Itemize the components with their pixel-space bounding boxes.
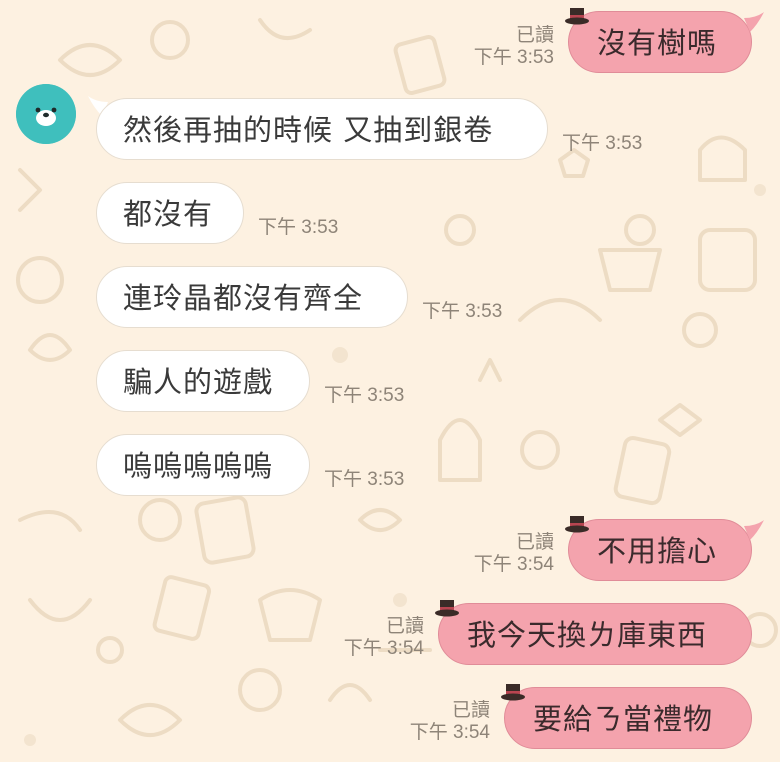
- message-time: 下午 3:53: [422, 301, 503, 322]
- bear-face-icon: [16, 84, 76, 144]
- sent-message[interactable]: 要給ㄋ當禮物: [504, 687, 752, 749]
- read-receipt: 已讀: [515, 25, 554, 46]
- message-time: 下午 3:53: [562, 133, 643, 154]
- top-hat-icon: [501, 684, 525, 701]
- received-message[interactable]: 嗚嗚嗚嗚嗚: [96, 434, 310, 496]
- message-meta: 已讀 下午 3:54: [344, 616, 424, 660]
- bubble-tail: [744, 12, 764, 32]
- contact-avatar[interactable]: [16, 84, 76, 144]
- sent-message[interactable]: 不用擔心: [568, 519, 752, 581]
- top-hat-icon: [565, 8, 589, 25]
- chat-view[interactable]: 已讀 下午 3:53 沒有樹嗎 然後再抽的時候 又抽到銀卷 下午 3:53 都沒…: [0, 0, 780, 762]
- message-time: 下午 3:54: [343, 638, 424, 659]
- message-meta: 已讀 下午 3:54: [410, 700, 490, 744]
- top-hat-icon: [435, 600, 459, 617]
- sent-message[interactable]: 我今天換ㄌ庫東西: [438, 603, 752, 665]
- received-message[interactable]: 然後再抽的時候 又抽到銀卷: [96, 98, 548, 160]
- read-receipt: 已讀: [451, 700, 490, 721]
- message-time: 下午 3:53: [258, 217, 339, 238]
- sent-message[interactable]: 沒有樹嗎: [568, 11, 752, 73]
- bubble-tail: [744, 520, 764, 540]
- top-hat-icon: [565, 516, 589, 533]
- received-message[interactable]: 都沒有: [96, 182, 244, 244]
- message-meta: 已讀 下午 3:53: [474, 25, 554, 69]
- message-time: 下午 3:54: [409, 722, 490, 743]
- read-receipt: 已讀: [515, 532, 554, 553]
- message-time: 下午 3:54: [473, 554, 554, 575]
- message-time: 下午 3:53: [473, 47, 554, 68]
- message-meta: 已讀 下午 3:54: [474, 532, 554, 576]
- received-message[interactable]: 騙人的遊戲: [96, 350, 310, 412]
- received-message[interactable]: 連玲晶都沒有齊全: [96, 266, 408, 328]
- message-time: 下午 3:53: [324, 385, 405, 406]
- message-time: 下午 3:53: [324, 469, 405, 490]
- read-receipt: 已讀: [385, 616, 424, 637]
